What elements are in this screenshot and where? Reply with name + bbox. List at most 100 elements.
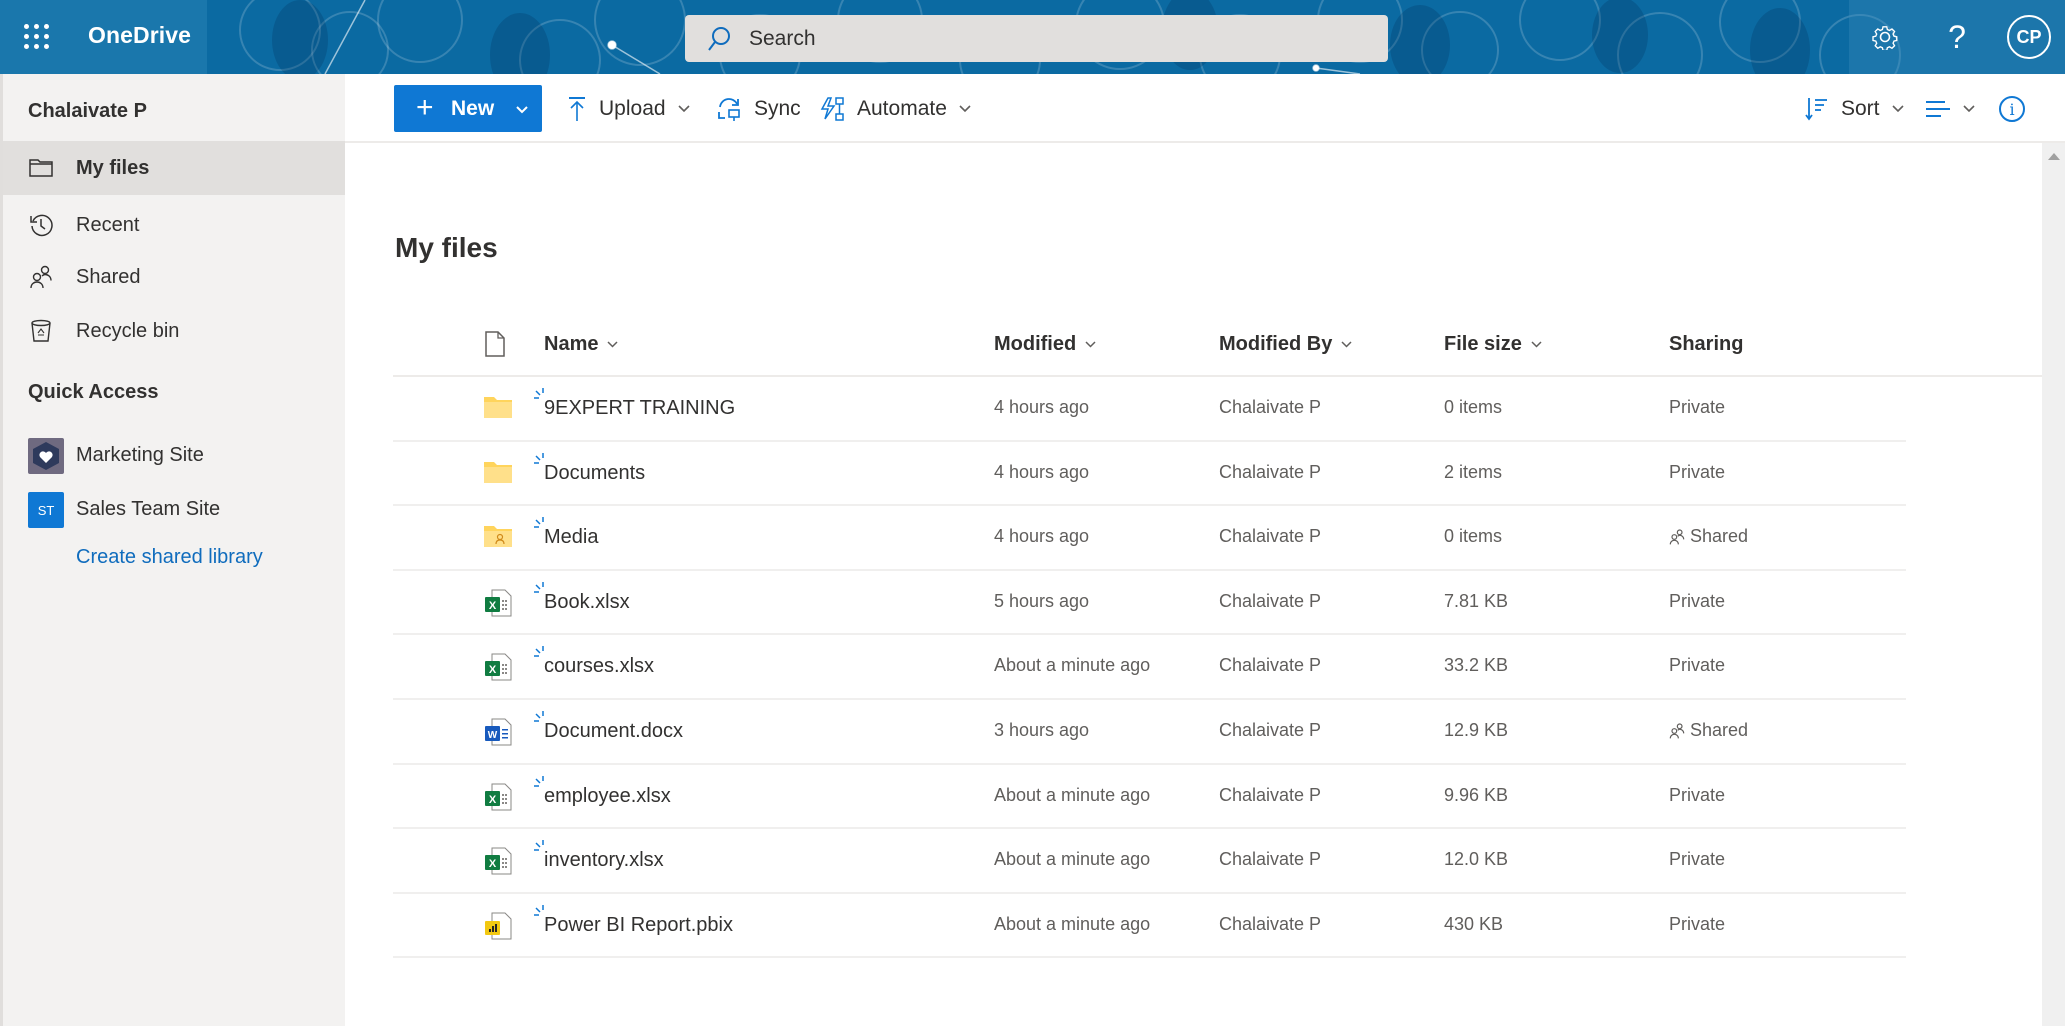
people-icon [1669, 722, 1685, 739]
column-label: File size [1444, 332, 1522, 355]
modified-cell: About a minute ago [994, 655, 1151, 676]
column-label: Modified [994, 332, 1077, 355]
app-launcher-icon[interactable] [24, 24, 54, 50]
excel-file-icon: X [483, 588, 513, 618]
file-name-link[interactable]: Book.xlsx [544, 591, 630, 614]
file-size-column-header[interactable]: File size [1444, 329, 1542, 359]
upload-label: Upload [599, 96, 666, 120]
chevron-down-icon [677, 104, 690, 113]
app-title[interactable]: OneDrive [88, 22, 191, 49]
modified-by-column-header[interactable]: Modified By [1219, 329, 1352, 359]
upload-icon [567, 96, 587, 122]
upload-button[interactable]: Upload [567, 85, 690, 132]
sharing-cell: Private [1669, 590, 1726, 611]
file-name-link[interactable]: inventory.xlsx [544, 849, 664, 872]
sidebar-item-shared[interactable]: Shared [3, 250, 345, 304]
settings-button[interactable] [1849, 0, 1921, 74]
chevron-down-icon [1891, 104, 1904, 113]
file-list-area: My files Name Modified Modified By File … [345, 143, 2065, 1026]
chevron-down-icon [516, 101, 528, 119]
quick-access-sales-team-site[interactable]: ST Sales Team Site [3, 485, 345, 535]
chevron-down-icon [1085, 340, 1096, 348]
file-row[interactable]: X courses.xlsx About a minute ago Chalai… [393, 635, 1906, 700]
sharing-cell: Private [1669, 461, 1726, 482]
sharing-column-header[interactable]: Sharing [1669, 329, 1743, 359]
avatar: CP [2007, 15, 2051, 59]
view-options-button[interactable] [1925, 85, 1975, 132]
nav-user-name: Chalaivate P [28, 100, 147, 122]
gear-icon [1872, 26, 1898, 50]
sync-button[interactable]: Sync [716, 85, 801, 132]
new-button-label: New [451, 97, 495, 120]
file-size-cell: 33.2 KB [1444, 655, 1509, 676]
file-name-link[interactable]: Document.docx [544, 720, 683, 743]
modified-by-cell: Chalaivate P [1219, 590, 1322, 611]
name-column-header[interactable]: Name [544, 329, 619, 359]
file-name-link[interactable]: courses.xlsx [544, 655, 654, 678]
file-name-link[interactable]: Media [544, 526, 598, 549]
info-button[interactable]: i [1999, 96, 2025, 122]
flow-icon [819, 96, 845, 122]
column-label: Sharing [1669, 332, 1744, 355]
modified-cell: 4 hours ago [994, 397, 1090, 417]
excel-file-icon: X [483, 782, 513, 812]
file-row[interactable]: Power BI Report.pbix About a minute ago … [393, 894, 1906, 959]
list-view-icon [1925, 100, 1951, 118]
vertical-scrollbar[interactable] [2042, 143, 2065, 1026]
create-shared-library-link[interactable]: Create shared library [76, 546, 263, 569]
file-name-link[interactable]: Documents [544, 462, 645, 485]
folder-icon [28, 155, 54, 181]
modified-cell: 5 hours ago [994, 590, 1090, 611]
modified-by-cell: Chalaivate P [1219, 655, 1322, 676]
modified-column-header[interactable]: Modified [994, 329, 1096, 359]
sharing-cell: Private [1669, 913, 1726, 934]
file-name-link[interactable]: employee.xlsx [544, 785, 671, 808]
sort-button[interactable]: Sort [1805, 85, 1904, 132]
file-name-link[interactable]: 9EXPERT TRAINING [544, 397, 735, 420]
file-row[interactable]: X inventory.xlsx About a minute ago Chal… [393, 829, 1906, 894]
file-row[interactable]: Media 4 hours ago Chalaivate P 0 items S… [393, 506, 1906, 571]
file-size-cell: 12.0 KB [1444, 849, 1509, 870]
sort-label: Sort [1841, 96, 1880, 120]
modified-by-cell: Chalaivate P [1219, 913, 1322, 934]
new-button[interactable]: + New [394, 85, 542, 132]
document-icon [485, 331, 505, 357]
file-name-link[interactable]: Power BI Report.pbix [544, 914, 733, 937]
sidebar-item-recycle-bin[interactable]: Recycle bin [3, 304, 345, 358]
help-icon: ? [1948, 18, 1966, 55]
file-size-cell: 12.9 KB [1444, 720, 1509, 740]
file-row[interactable]: 9EXPERT TRAINING 4 hours ago Chalaivate … [393, 377, 1906, 442]
modified-cell: About a minute ago [994, 913, 1151, 934]
folder-icon [483, 459, 513, 489]
sidebar-item-my-files[interactable]: My files [3, 141, 345, 195]
scroll-up-arrow-icon[interactable] [2048, 153, 2060, 160]
history-icon [28, 212, 54, 238]
sharing-cell: Private [1669, 849, 1726, 870]
file-row[interactable]: X Book.xlsx 5 hours ago Chalaivate P 7.8… [393, 571, 1906, 636]
sort-icon [1805, 96, 1829, 122]
heart-site-icon [28, 438, 64, 474]
sidebar-item-label: Recycle bin [76, 319, 180, 342]
sharing-cell: Private [1669, 784, 1726, 805]
file-type-column-header[interactable] [485, 329, 505, 359]
sidebar-item-recent[interactable]: Recent [3, 198, 345, 252]
shared-folder-icon [483, 523, 513, 553]
quick-access-heading: Quick Access [28, 381, 159, 403]
file-row[interactable]: W Document.docx 3 hours ago Chalaivate P… [393, 700, 1906, 765]
search-input[interactable]: Search [749, 27, 816, 51]
chevron-down-icon [1531, 340, 1542, 348]
search-icon [708, 26, 730, 51]
svg-text:X: X [489, 858, 497, 870]
modified-cell: About a minute ago [994, 849, 1151, 870]
search-box[interactable]: Search [685, 15, 1388, 62]
account-button[interactable]: CP [1993, 0, 2065, 74]
help-button[interactable]: ? [1921, 0, 1993, 74]
site-initials-icon: ST [28, 492, 64, 528]
automate-button[interactable]: Automate [819, 85, 971, 132]
quick-access-marketing-site[interactable]: Marketing Site [3, 431, 345, 481]
sidebar-item-label: Recent [76, 213, 140, 236]
command-bar: + New Upload Sync Automate Sort i [345, 74, 2065, 143]
file-row[interactable]: X employee.xlsx About a minute ago Chala… [393, 765, 1906, 830]
power-bi-file-icon [483, 911, 513, 941]
file-row[interactable]: Documents 4 hours ago Chalaivate P 2 ite… [393, 442, 1906, 507]
